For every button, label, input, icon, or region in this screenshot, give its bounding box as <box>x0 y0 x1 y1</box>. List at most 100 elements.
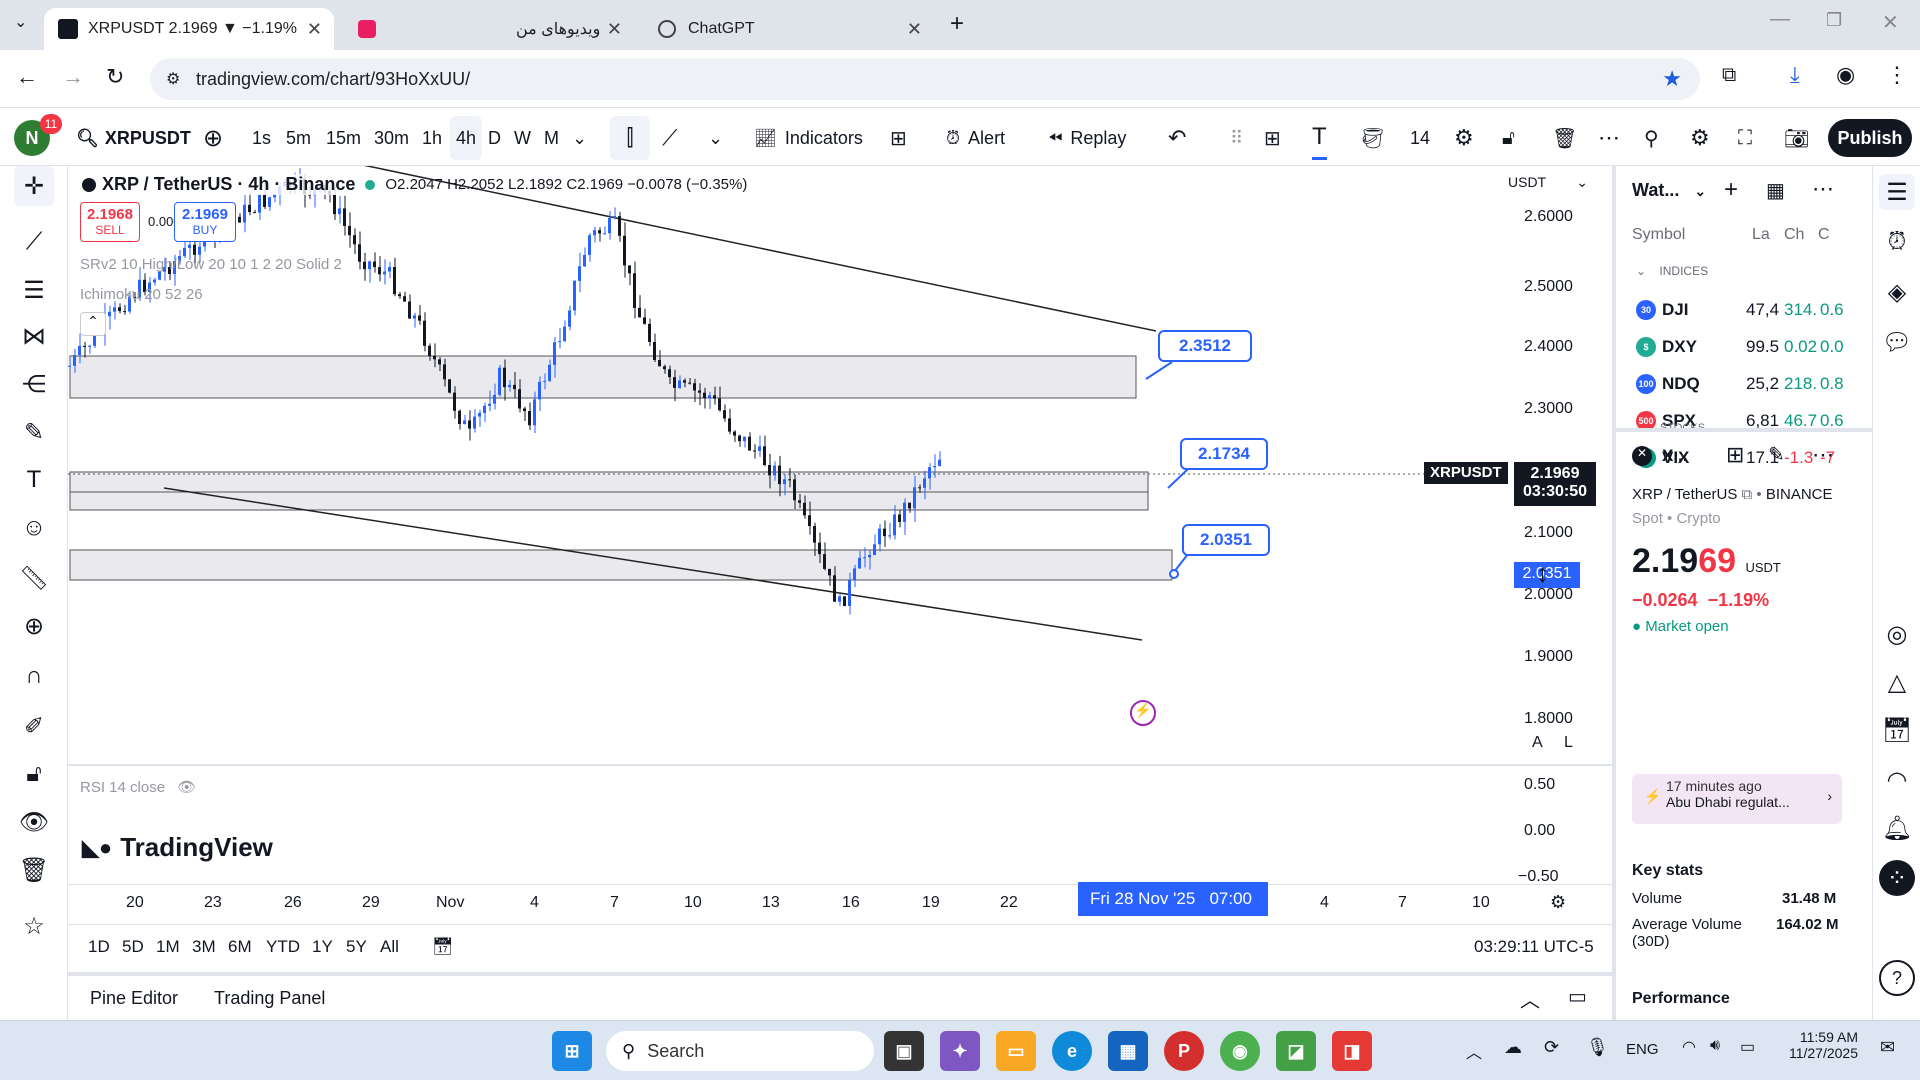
hidden-eye-icon[interactable]: 👁︎ <box>177 779 196 796</box>
target-icon[interactable]: ◎ <box>1879 616 1915 652</box>
edge-icon[interactable]: e <box>1052 1031 1092 1071</box>
range-5D[interactable]: 5D <box>122 937 144 957</box>
range-5Y[interactable]: 5Y <box>346 937 367 957</box>
profile-icon[interactable]: ◉ <box>1836 62 1855 88</box>
extensions-icon[interactable]: ⧉ <box>1722 64 1736 87</box>
price-label-box[interactable]: 2.1734 <box>1180 438 1268 470</box>
utc-clock[interactable]: 03:29:11 UTC-5 <box>1474 937 1594 957</box>
pivot-zone[interactable] <box>69 471 1149 511</box>
add-symbol-plus-icon[interactable]: + <box>1724 176 1738 204</box>
emoji-icon[interactable]: ☺ <box>14 508 54 548</box>
details-symbol[interactable]: X... <box>1662 446 1688 466</box>
apps-grid-icon[interactable]: ⁘ <box>1879 860 1915 896</box>
range-1M[interactable]: 1M <box>156 937 180 957</box>
magnet-icon[interactable]: ∩ <box>14 656 54 696</box>
reload-icon[interactable]: ↻ <box>106 64 124 90</box>
interval-chevron-down-icon[interactable]: ⌄ <box>572 110 587 166</box>
font-size-value[interactable]: 14 <box>1410 110 1430 166</box>
hide-drawings-eye-icon[interactable]: 👁︎ <box>14 802 54 842</box>
expand-chevron-up-icon[interactable]: ︿ <box>1520 984 1540 1013</box>
price-label-box[interactable]: 2.0351 <box>1182 524 1270 556</box>
notifications-bell-icon[interactable]: 🔔︎ <box>1879 810 1915 846</box>
section-indices[interactable]: ⌄ INDICES <box>1636 264 1708 278</box>
auto-scale-toggle[interactable]: A <box>1532 734 1543 752</box>
layers-icon[interactable]: ◈ <box>1879 274 1915 310</box>
close-icon[interactable]: ✕ <box>307 19 322 40</box>
crosshair-icon[interactable]: ✛ <box>14 166 54 206</box>
ideas-icon[interactable]: △ <box>1879 664 1915 700</box>
keep-drawing-icon[interactable]: ✐ <box>14 706 54 746</box>
resize-vertical-icon[interactable]: ↕ <box>1536 558 1549 589</box>
download-icon[interactable]: ⤓ <box>1790 62 1800 88</box>
windows-start-icon[interactable]: ⊞ <box>552 1031 592 1071</box>
interval-D[interactable]: D <box>488 110 501 166</box>
tab-chatgpt[interactable]: ChatGPT ✕ <box>644 8 934 50</box>
currency-dropdown[interactable]: USDT ⌄ <box>1508 174 1588 191</box>
trend-line-icon[interactable]: ⟋ <box>14 222 54 262</box>
interval-30m[interactable]: 30m <box>374 110 409 166</box>
url-input[interactable]: ⚙ tradingview.com/chart/93HoXxUU/ ★ <box>150 58 1700 100</box>
maximize-panel-icon[interactable]: ▭ <box>1568 984 1587 1009</box>
tray-chevron-up-icon[interactable]: ︿ <box>1466 1039 1482 1063</box>
more-horizontal-icon[interactable]: ⋯ <box>1812 442 1834 468</box>
chart-area[interactable]: XRP / TetherUS · 4h · Binance O2.2047 H2… <box>68 166 1612 1020</box>
range-3M[interactable]: 3M <box>192 937 216 957</box>
menu-kebab-icon[interactable]: ⋮ <box>1886 62 1908 88</box>
event-lightning-icon[interactable]: ⚡ <box>1130 700 1156 726</box>
publish-button[interactable]: Publish <box>1828 119 1912 157</box>
news-card[interactable]: ⚡ 17 minutes ago Abu Dhabi regulat... › <box>1632 774 1842 824</box>
back-arrow-icon[interactable]: ← <box>16 64 38 90</box>
time-axis-settings-icon[interactable]: ⚙ <box>1550 892 1566 913</box>
watchlist-row[interactable]: $ DXY 99.5 0.02 0.0 <box>1636 329 1872 365</box>
site-info-icon[interactable]: ⚙ <box>166 69 180 89</box>
battery-icon[interactable]: ▭ <box>1740 1037 1755 1057</box>
indicators-button[interactable]: 📈︎ Indicators <box>754 110 863 166</box>
chat-icon[interactable]: 💬︎ <box>1879 324 1915 360</box>
favorites-star-icon[interactable]: ☆ <box>14 906 54 946</box>
watchlist-row[interactable]: 500 SPX 6,81 46.7 0.6 <box>1636 403 1872 439</box>
chart-title[interactable]: XRP / TetherUS · 4h · Binance <box>102 174 356 195</box>
app-active-red-icon[interactable]: ◨ <box>1332 1031 1372 1071</box>
more-horizontal-icon[interactable]: ⋯ <box>1812 176 1834 202</box>
tab-tradingview[interactable]: XRPUSDT 2.1969 ▼ −1.19% no ✕ <box>44 8 334 50</box>
anchor-point[interactable] <box>1169 569 1179 579</box>
collapse-legend-chevron-up-icon[interactable]: ⌃ <box>80 312 106 336</box>
line-tool-icon[interactable]: ⟋ <box>662 110 677 166</box>
interval-W[interactable]: W <box>514 110 531 166</box>
alerts-clock-icon[interactable]: ⏰︎ <box>1879 224 1915 260</box>
undo-icon[interactable]: ↶ <box>1168 110 1186 166</box>
window-close-icon[interactable]: ✕ <box>1882 10 1899 35</box>
interval-M[interactable]: M <box>544 110 559 166</box>
store-icon[interactable]: ▦ <box>1108 1031 1148 1071</box>
taskbar-search[interactable]: ⚲ Search <box>606 1031 874 1071</box>
range-6M[interactable]: 6M <box>228 937 252 957</box>
calendar-icon[interactable]: 📅︎ <box>1879 712 1915 748</box>
watchlist-row[interactable]: 100 NDQ 25,2 218. 0.8 <box>1636 366 1872 402</box>
notification-center-icon[interactable]: ✉ <box>1880 1037 1895 1058</box>
copilot-icon[interactable]: ✦ <box>940 1031 980 1071</box>
rsi-label[interactable]: RSI 14 close 👁︎ <box>80 778 196 796</box>
help-icon[interactable]: ? <box>1879 960 1915 996</box>
interval-15m[interactable]: 15m <box>326 110 361 166</box>
close-icon[interactable]: ✕ <box>907 19 922 40</box>
brush-icon[interactable]: ✎ <box>14 412 54 452</box>
indicator-ichimoku-label[interactable]: Ichimoku 20 52 26 <box>80 286 203 303</box>
interval-4h[interactable]: 4h <box>450 116 482 160</box>
sync-icon[interactable]: ⟳ <box>1544 1037 1559 1058</box>
pane-divider[interactable] <box>68 764 1612 766</box>
chrome-icon[interactable]: ◉ <box>1220 1031 1260 1071</box>
col-change[interactable]: Ch <box>1784 226 1804 244</box>
range-1D[interactable]: 1D <box>88 937 110 957</box>
resistance-zone[interactable] <box>69 355 1137 399</box>
app-green-icon[interactable]: ◪ <box>1276 1031 1316 1071</box>
sell-button[interactable]: 2.1968 SELL <box>80 202 140 242</box>
onedrive-icon[interactable]: ☁ <box>1504 1037 1522 1058</box>
trash-icon[interactable]: 🗑︎ <box>1552 110 1577 166</box>
col-change-pct[interactable]: C <box>1818 226 1830 244</box>
tradingview-logo[interactable]: ◣● TradingView <box>82 832 273 863</box>
symbol-search-button[interactable]: 🔍︎ XRPUSDT <box>76 110 191 166</box>
bookmark-star-icon[interactable]: ★ <box>1662 66 1682 92</box>
watchlist-row[interactable]: 30 DJI 47,4 314. 0.6 <box>1636 292 1872 328</box>
edit-note-icon[interactable]: ✎ <box>1768 442 1785 467</box>
interval-5m[interactable]: 5m <box>286 110 311 166</box>
